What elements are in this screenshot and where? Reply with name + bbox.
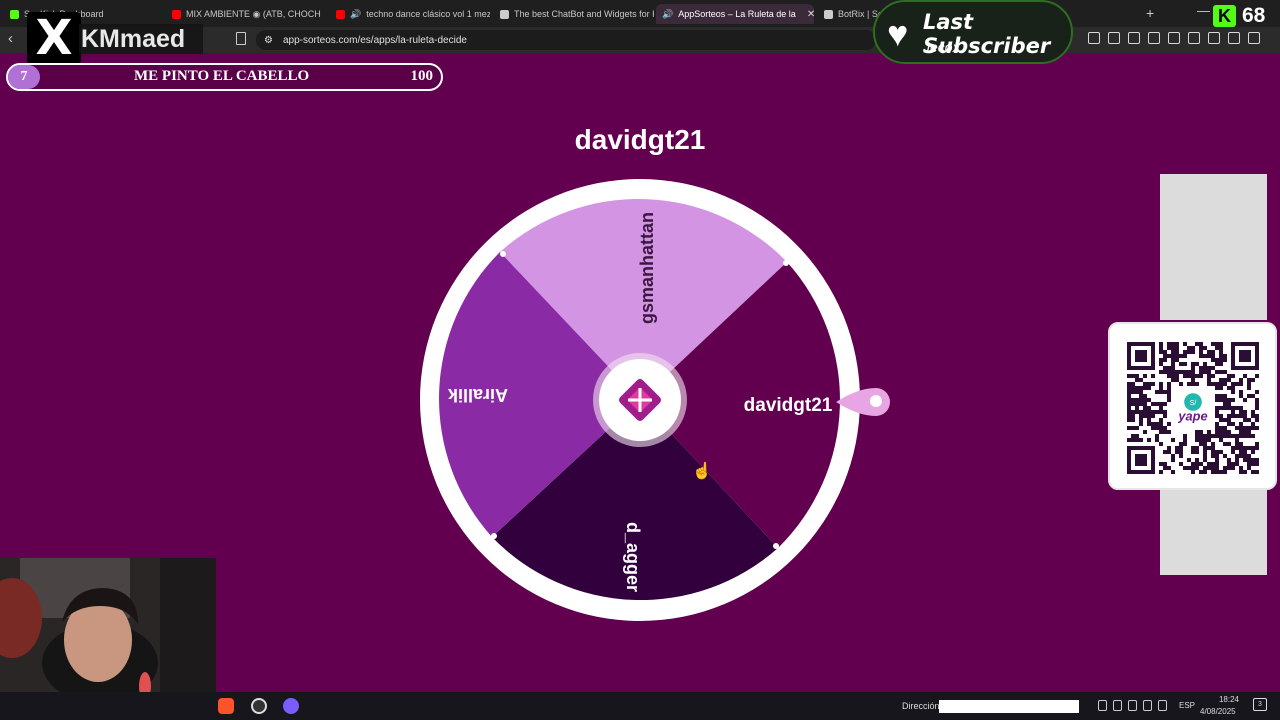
leo-ai-icon[interactable]: [1208, 32, 1220, 44]
yape-currency: S/: [1190, 398, 1197, 407]
extensions-icon[interactable]: [1108, 32, 1120, 44]
tab-label: The best ChatBot and Widgets for Ki: [514, 9, 654, 19]
windows-taskbar: Dirección ESP 18:24 4/08/2025 3: [0, 692, 1280, 720]
minimize-icon[interactable]: —: [1197, 3, 1210, 18]
tab-appsorteos[interactable]: 🔊 AppSorteos – La Ruleta de la ✕: [656, 4, 814, 24]
tab-techno-dance[interactable]: 🔊 techno dance clásico vol 1 mezc: [330, 4, 490, 24]
goal-label: ME PINTO EL CABELLO: [134, 68, 310, 84]
qr-finder-pattern: [1239, 350, 1251, 362]
heart-icon: ♥: [887, 13, 909, 54]
kick-logo-icon: K: [1213, 5, 1236, 27]
audio-playing-icon: 🔊: [350, 8, 362, 19]
network-icon[interactable]: [1143, 700, 1152, 711]
nvidia-icon[interactable]: [1128, 700, 1137, 711]
sidebar-icon[interactable]: [1168, 32, 1180, 44]
address-toolbar-label: Dirección: [902, 701, 940, 711]
discord-icon[interactable]: [283, 698, 299, 714]
address-bar[interactable]: ⚙ app-sorteos.com/es/apps/la-ruleta-deci…: [256, 30, 876, 50]
brave-rewards-icon[interactable]: [1088, 32, 1100, 44]
wheel-peg: [773, 543, 779, 549]
music-icon[interactable]: [1148, 32, 1160, 44]
yape-qr-card: S/ yape: [1108, 322, 1277, 490]
goal-current: 7: [8, 65, 40, 89]
x-logo-icon: X: [27, 10, 81, 66]
volume-icon[interactable]: [1158, 700, 1167, 711]
webcam-feed: [0, 558, 216, 692]
close-tab-icon[interactable]: ✕: [807, 9, 814, 20]
url-text: app-sorteos.com/es/apps/la-ruleta-decide: [282, 34, 467, 46]
browser-tab-bar: S... Kick Dashboard MIX AMBIENTE ◉ (ATB,…: [0, 0, 1280, 27]
language-indicator[interactable]: ESP: [1179, 701, 1195, 710]
segment-label-gsmanhattan: gsmanhattan: [637, 212, 657, 324]
browser-tools: [1088, 32, 1260, 44]
microphone-icon[interactable]: [1113, 700, 1122, 711]
roulette-wheel[interactable]: gsmanhattan davidgt21 d_agger Airallik: [410, 170, 910, 635]
winner-name: davidgt21: [574, 124, 706, 155]
obs-icon[interactable]: [251, 698, 267, 714]
new-tab-icon[interactable]: +: [1146, 5, 1154, 21]
notification-icon[interactable]: 3: [1253, 698, 1267, 711]
side-panel-bottom: [1160, 490, 1267, 575]
tab-label: MIX AMBIENTE ◉ (ATB, CHOCH: [186, 8, 321, 19]
goal-bar: 7 ME PINTO EL CABELLO 100: [6, 63, 443, 91]
clock-time[interactable]: 18:24: [1203, 695, 1239, 704]
viewer-count: 68: [1242, 4, 1266, 27]
qr-code: S/ yape: [1127, 342, 1259, 474]
hand-cursor-icon: ☝: [692, 463, 712, 480]
x-handle: KMmaed: [79, 24, 203, 54]
back-arrow-icon[interactable]: ‹: [8, 30, 13, 47]
segment-label-davidgt21: davidgt21: [744, 395, 833, 416]
brave-browser-icon[interactable]: [218, 698, 234, 714]
qr-finder-pattern: [1135, 350, 1147, 362]
youtube-favicon-icon: [336, 9, 345, 19]
tab-chatbot-widgets[interactable]: The best ChatBot and Widgets for Ki: [494, 4, 654, 24]
last-subscriber-widget: ♥ Last Subscriber Jecox: [873, 0, 1073, 64]
qr-finder-pattern: [1135, 454, 1147, 466]
screenshot-icon[interactable]: [1128, 32, 1140, 44]
wallet-icon[interactable]: [1188, 32, 1200, 44]
botrix-favicon-icon: [500, 9, 509, 19]
wheel-peg: [783, 260, 789, 266]
last-subscriber-name: Jecox: [923, 39, 960, 55]
botrix-favicon-icon: [824, 9, 833, 19]
audio-playing-icon: 🔊: [662, 8, 674, 19]
wheel-peg: [500, 251, 506, 257]
yape-logo-text: yape: [1177, 408, 1207, 423]
site-settings-icon[interactable]: ⚙: [264, 35, 273, 46]
tab-label: techno dance clásico vol 1 mezc: [366, 9, 490, 19]
tab-mix-ambiente[interactable]: MIX AMBIENTE ◉ (ATB, CHOCH: [166, 4, 326, 24]
side-panel-top: [1160, 174, 1267, 320]
goal-target: 100: [410, 68, 434, 84]
kick-favicon-icon: [10, 9, 19, 19]
vpn-shield-icon[interactable]: [1228, 32, 1240, 44]
chevron-up-icon[interactable]: [1098, 700, 1107, 711]
menu-icon[interactable]: [1248, 32, 1260, 44]
wheel-peg: [491, 533, 497, 539]
segment-label-airallik: Airallik: [447, 385, 508, 405]
youtube-favicon-icon: [172, 9, 181, 19]
bookmark-icon[interactable]: [236, 32, 246, 45]
tab-label: AppSorteos – La Ruleta de la: [678, 9, 796, 19]
address-toolbar-input[interactable]: [939, 700, 1079, 713]
segment-label-d-agger: d_agger: [623, 522, 643, 592]
system-tray: [1098, 700, 1167, 711]
clock-date[interactable]: 4/08/2025: [1200, 707, 1236, 716]
